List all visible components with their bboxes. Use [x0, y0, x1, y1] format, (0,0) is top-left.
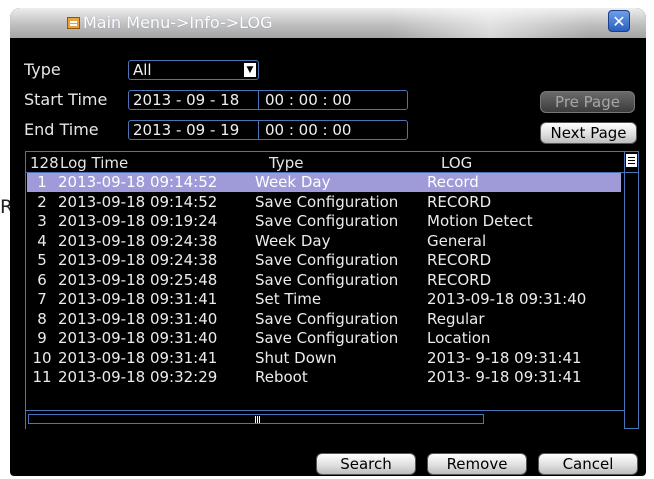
row-log: 2013- 9-18 09:31:41 — [427, 368, 582, 386]
end-time-label: End Time — [24, 120, 99, 139]
column-header-log[interactable]: LOG — [441, 154, 472, 172]
type-select[interactable]: All ▼ — [128, 60, 259, 80]
row-number: 2 — [37, 192, 47, 211]
row-log: 2013-09-18 09:31:40 — [427, 290, 587, 308]
row-type: Save Configuration — [255, 329, 399, 347]
start-time-field[interactable]: 2013 - 09 - 18 00 : 00 : 00 — [128, 90, 408, 110]
type-select-value: All — [133, 61, 152, 79]
row-log: General — [427, 231, 487, 250]
row-number: 8 — [37, 309, 47, 328]
row-number: 7 — [37, 290, 47, 308]
end-clock-value[interactable]: 00 : 00 : 00 — [265, 121, 351, 139]
row-log: 2013- 9-18 09:31:41 — [427, 348, 582, 367]
table-row[interactable]: 6 2013-09-18 09:25:48 Save Configuration RE… — [27, 271, 621, 290]
horizontal-scroll-thumb[interactable] — [28, 414, 484, 424]
table-row[interactable]: 2 2013-09-18 09:14:52 Save Configuration RE… — [27, 193, 621, 212]
start-clock-value[interactable]: 00 : 00 : 00 — [265, 91, 351, 109]
row-number: 1 — [37, 173, 47, 191]
horizontal-scrollbar[interactable] — [26, 410, 624, 429]
row-type: Set Time — [255, 290, 322, 308]
table-row[interactable]: 11 2013-09-18 09:32:29 Reboot 2013- 9-18 09… — [27, 368, 621, 387]
field-divider — [258, 121, 259, 139]
row-type: Shut Down — [255, 348, 337, 367]
table-row[interactable]: 8 2013-09-18 09:31:40 Save Configuration Re… — [27, 310, 621, 329]
grip-icon — [257, 416, 258, 423]
search-button[interactable]: Search — [316, 453, 416, 475]
row-log: Location — [427, 329, 491, 347]
row-type: Save Configuration — [255, 192, 399, 211]
end-time-field[interactable]: 2013 - 09 - 19 00 : 00 : 00 — [128, 120, 408, 140]
row-log: RECORD — [427, 251, 492, 269]
log-dialog: Main Menu->Info->LOG ✕ Type All ▼ Start … — [10, 8, 646, 476]
row-log-time: 2013-09-18 09:14:52 — [58, 173, 218, 191]
cancel-button[interactable]: Cancel — [538, 453, 638, 475]
log-count: 128 — [30, 154, 59, 172]
table-row[interactable]: 4 2013-09-18 09:24:38 Week Day General — [27, 232, 621, 251]
table-row[interactable]: 9 2013-09-18 09:31:40 Save Configuration Lo… — [27, 329, 621, 348]
row-number: 6 — [37, 270, 47, 289]
row-type: Save Configuration — [255, 270, 399, 289]
table-row[interactable]: 5 2013-09-18 09:24:38 Save Configuration RE… — [27, 251, 621, 270]
type-label: Type — [24, 60, 61, 79]
row-type: Save Configuration — [255, 212, 399, 230]
row-number: 3 — [37, 212, 47, 230]
row-number: 9 — [37, 329, 47, 347]
table-row[interactable]: 1 2013-09-18 09:14:52 Week Day Record — [27, 173, 621, 192]
row-number: 11 — [32, 368, 52, 386]
row-type: Week Day — [255, 231, 331, 250]
window-title: Main Menu->Info->LOG — [83, 13, 273, 32]
row-type: Save Configuration — [255, 251, 399, 269]
row-log-time: 2013-09-18 09:32:29 — [58, 368, 218, 386]
row-type: Save Configuration — [255, 309, 399, 328]
table-row[interactable]: 7 2013-09-18 09:31:41 Set Time 2013-09-18 0… — [27, 290, 621, 309]
row-log: Record — [427, 173, 479, 191]
next-page-button[interactable]: Next Page — [540, 122, 637, 144]
scroll-thumb-icon[interactable] — [626, 154, 637, 167]
start-date-value[interactable]: 2013 - 09 - 18 — [133, 91, 239, 109]
row-log: Regular — [427, 309, 485, 328]
row-log-time: 2013-09-18 09:31:41 — [58, 348, 218, 367]
row-number: 10 — [32, 348, 52, 367]
row-log-time: 2013-09-18 09:14:52 — [58, 192, 218, 211]
table-row[interactable]: 3 2013-09-18 09:19:24 Save Configuration Mo… — [27, 212, 621, 231]
row-log-time: 2013-09-18 09:31:41 — [58, 290, 218, 308]
row-type: Week Day — [255, 173, 331, 191]
table-row[interactable]: 10 2013-09-18 09:31:41 Shut Down 2013- 9-18… — [27, 349, 621, 368]
title-bar: Main Menu->Info->LOG ✕ — [10, 8, 646, 38]
close-button[interactable]: ✕ — [608, 10, 630, 32]
column-header-log-time[interactable]: Log Time — [60, 154, 128, 172]
row-log-time: 2013-09-18 09:24:38 — [58, 251, 218, 269]
menu-icon — [67, 17, 80, 29]
end-date-value[interactable]: 2013 - 09 - 19 — [133, 121, 239, 139]
row-log: RECORD — [427, 270, 492, 289]
log-table: 128 Log Time Type LOG 1 2013-09-18 09:14:… — [25, 151, 639, 429]
row-log: RECORD — [427, 192, 492, 211]
column-header-type[interactable]: Type — [269, 154, 303, 172]
vertical-scrollbar[interactable] — [624, 152, 639, 428]
pre-page-button[interactable]: Pre Page — [540, 91, 635, 113]
row-type: Reboot — [255, 368, 308, 386]
row-log-time: 2013-09-18 09:19:24 — [58, 212, 218, 230]
row-number: 5 — [37, 251, 47, 269]
row-log-time: 2013-09-18 09:25:48 — [58, 270, 218, 289]
row-log-time: 2013-09-18 09:31:40 — [58, 309, 218, 328]
row-number: 4 — [37, 231, 47, 250]
row-log: Motion Detect — [427, 212, 533, 230]
row-log-time: 2013-09-18 09:31:40 — [58, 329, 218, 347]
row-log-time: 2013-09-18 09:24:38 — [58, 231, 218, 250]
remove-button[interactable]: Remove — [427, 453, 527, 475]
chevron-down-icon[interactable]: ▼ — [244, 63, 256, 77]
field-divider — [258, 91, 259, 109]
start-time-label: Start Time — [24, 90, 108, 109]
